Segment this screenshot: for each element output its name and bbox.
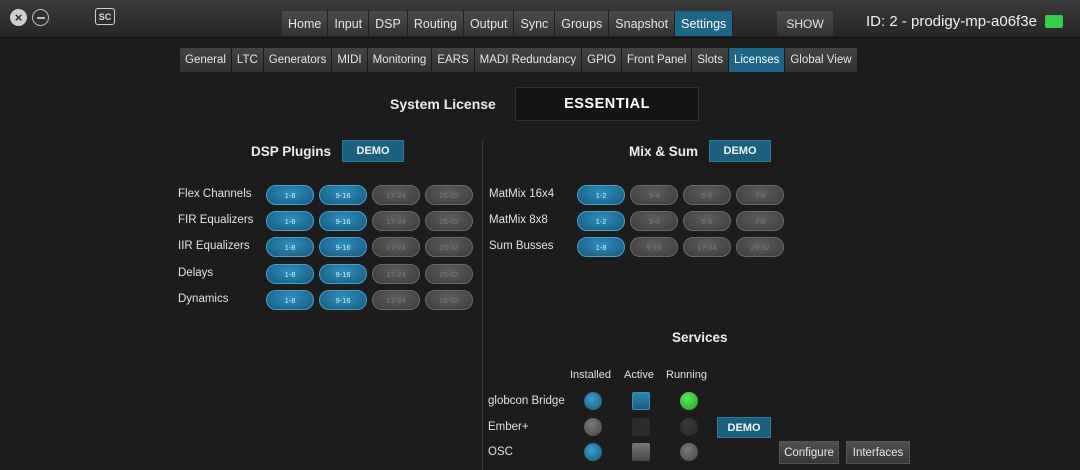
nav-item-dsp[interactable]: DSP xyxy=(369,11,408,36)
mix-range-toggle[interactable]: 1-2 xyxy=(577,211,625,231)
tab-global-view[interactable]: Global View xyxy=(785,48,858,72)
running-indicator-icon xyxy=(680,418,698,436)
mix-row-label: MatMix 8x8 xyxy=(489,214,548,226)
dsp-range-toggle[interactable]: 17-24 xyxy=(372,237,420,257)
mix-range-toggle[interactable]: 9-16 xyxy=(630,237,678,257)
tab-ltc[interactable]: LTC xyxy=(231,48,264,72)
dsp-range-toggle[interactable]: 1-8 xyxy=(266,237,314,257)
dsp-row-label: Dynamics xyxy=(178,293,229,305)
installed-column-header: Installed xyxy=(570,369,611,381)
mix-row-label: MatMix 16x4 xyxy=(489,188,555,200)
nav-item-home[interactable]: Home xyxy=(282,11,329,36)
nav-item-output[interactable]: Output xyxy=(463,11,515,36)
interfaces-button[interactable]: Interfaces xyxy=(846,441,910,464)
mix-range-toggle[interactable]: 5-6 xyxy=(683,185,731,205)
dsp-range-toggle[interactable]: 1-8 xyxy=(266,290,314,310)
sc-logo[interactable]: SC xyxy=(95,8,115,25)
mix-demo-badge: DEMO xyxy=(709,140,771,162)
close-icon[interactable]: × xyxy=(10,9,27,26)
tab-licenses[interactable]: Licenses xyxy=(728,48,786,72)
app-window: × SC Home Input DSP Routing Output Sync Groups… xyxy=(0,0,1080,470)
nav-item-settings[interactable]: Settings xyxy=(675,11,734,36)
tab-madi-redundancy[interactable]: MADI Redundancy xyxy=(474,48,583,72)
tab-slots[interactable]: Slots xyxy=(692,48,729,72)
active-column-header: Active xyxy=(624,369,654,381)
dsp-range-toggle[interactable]: 9-16 xyxy=(319,185,367,205)
services-title: Services xyxy=(672,330,728,345)
nav-item-snapshot[interactable]: Snapshot xyxy=(609,11,676,36)
tab-general[interactable]: General xyxy=(180,48,232,72)
dsp-plugins-title: DSP Plugins xyxy=(251,144,332,159)
dsp-demo-badge: DEMO xyxy=(342,140,404,162)
section-divider xyxy=(482,140,483,470)
dsp-range-toggle[interactable]: 25-32 xyxy=(425,264,473,284)
nav-item-input[interactable]: Input xyxy=(328,11,370,36)
active-checkbox[interactable] xyxy=(632,443,650,461)
service-row-label: OSC xyxy=(488,446,513,458)
service-row-label: globcon Bridge xyxy=(488,395,565,407)
device-id-label: ID: 2 - prodigy-mp-a06f3e xyxy=(866,13,1037,30)
system-license-label: System License xyxy=(390,96,496,112)
running-indicator-icon xyxy=(680,392,698,410)
dsp-range-toggle[interactable]: 25-32 xyxy=(425,237,473,257)
service-row-label: Ember+ xyxy=(488,421,529,433)
dsp-range-toggle[interactable]: 25-32 xyxy=(425,290,473,310)
dsp-range-toggle[interactable]: 17-24 xyxy=(372,290,420,310)
mix-range-toggle[interactable]: 7-8 xyxy=(736,211,784,231)
dsp-range-toggle[interactable]: 1-8 xyxy=(266,185,314,205)
tab-gpio[interactable]: GPIO xyxy=(582,48,622,72)
mix-range-toggle[interactable]: 1-8 xyxy=(577,237,625,257)
mix-sum-title: Mix & Sum xyxy=(629,144,699,159)
nav-item-groups[interactable]: Groups xyxy=(555,11,610,36)
dsp-row-label: Delays xyxy=(178,267,214,279)
dsp-range-toggle[interactable]: 17-24 xyxy=(372,185,420,205)
dsp-range-toggle[interactable]: 25-32 xyxy=(425,211,473,231)
dsp-range-toggle[interactable]: 17-24 xyxy=(372,211,420,231)
title-bar: × SC Home Input DSP Routing Output Sync Groups… xyxy=(0,0,1080,38)
dsp-range-toggle[interactable]: 9-16 xyxy=(319,264,367,284)
tab-generators[interactable]: Generators xyxy=(263,48,333,72)
mix-range-toggle[interactable]: 3-4 xyxy=(630,185,678,205)
dsp-range-toggle[interactable]: 1-8 xyxy=(266,264,314,284)
nav-item-sync[interactable]: Sync xyxy=(514,11,556,36)
running-column-header: Running xyxy=(666,369,707,381)
minimize-icon[interactable] xyxy=(32,9,49,26)
dsp-range-toggle[interactable]: 9-16 xyxy=(319,237,367,257)
system-license-value: ESSENTIAL xyxy=(515,87,699,121)
mix-row-label: Sum Busses xyxy=(489,240,554,252)
mix-range-toggle[interactable]: 25-32 xyxy=(736,237,784,257)
dsp-range-toggle[interactable]: 25-32 xyxy=(425,185,473,205)
running-indicator-icon xyxy=(680,443,698,461)
mix-range-toggle[interactable]: 3-4 xyxy=(630,211,678,231)
tab-monitoring[interactable]: Monitoring xyxy=(367,48,433,72)
installed-indicator-icon[interactable] xyxy=(584,392,602,410)
installed-indicator-icon[interactable] xyxy=(584,443,602,461)
service-demo-badge: DEMO xyxy=(717,417,771,438)
tab-ears[interactable]: EARS xyxy=(432,48,475,72)
mix-range-toggle[interactable]: 1-2 xyxy=(577,185,625,205)
settings-sub-nav: General LTC Generators MIDI Monitoring EARS MA… xyxy=(180,48,858,72)
mix-range-toggle[interactable]: 17-24 xyxy=(683,237,731,257)
installed-indicator-icon[interactable] xyxy=(584,418,602,436)
dsp-range-toggle[interactable]: 1-8 xyxy=(266,211,314,231)
active-checkbox[interactable] xyxy=(632,418,650,436)
tab-front-panel[interactable]: Front Panel xyxy=(621,48,693,72)
main-nav: Home Input DSP Routing Output Sync Groups Snaps… xyxy=(282,11,734,36)
dsp-range-toggle[interactable]: 9-16 xyxy=(319,211,367,231)
status-indicator-icon xyxy=(1045,15,1063,28)
mix-range-toggle[interactable]: 5-6 xyxy=(683,211,731,231)
dsp-row-label: Flex Channels xyxy=(178,188,252,200)
tab-midi[interactable]: MIDI xyxy=(332,48,368,72)
dsp-row-label: IIR Equalizers xyxy=(178,240,250,252)
dsp-range-toggle[interactable]: 9-16 xyxy=(319,290,367,310)
dsp-range-toggle[interactable]: 17-24 xyxy=(372,264,420,284)
dsp-row-label: FIR Equalizers xyxy=(178,214,254,226)
active-checkbox[interactable] xyxy=(632,392,650,410)
nav-item-routing[interactable]: Routing xyxy=(407,11,464,36)
show-button[interactable]: SHOW xyxy=(777,11,833,36)
mix-range-toggle[interactable]: 7-8 xyxy=(736,185,784,205)
configure-button[interactable]: Configure xyxy=(779,441,839,464)
